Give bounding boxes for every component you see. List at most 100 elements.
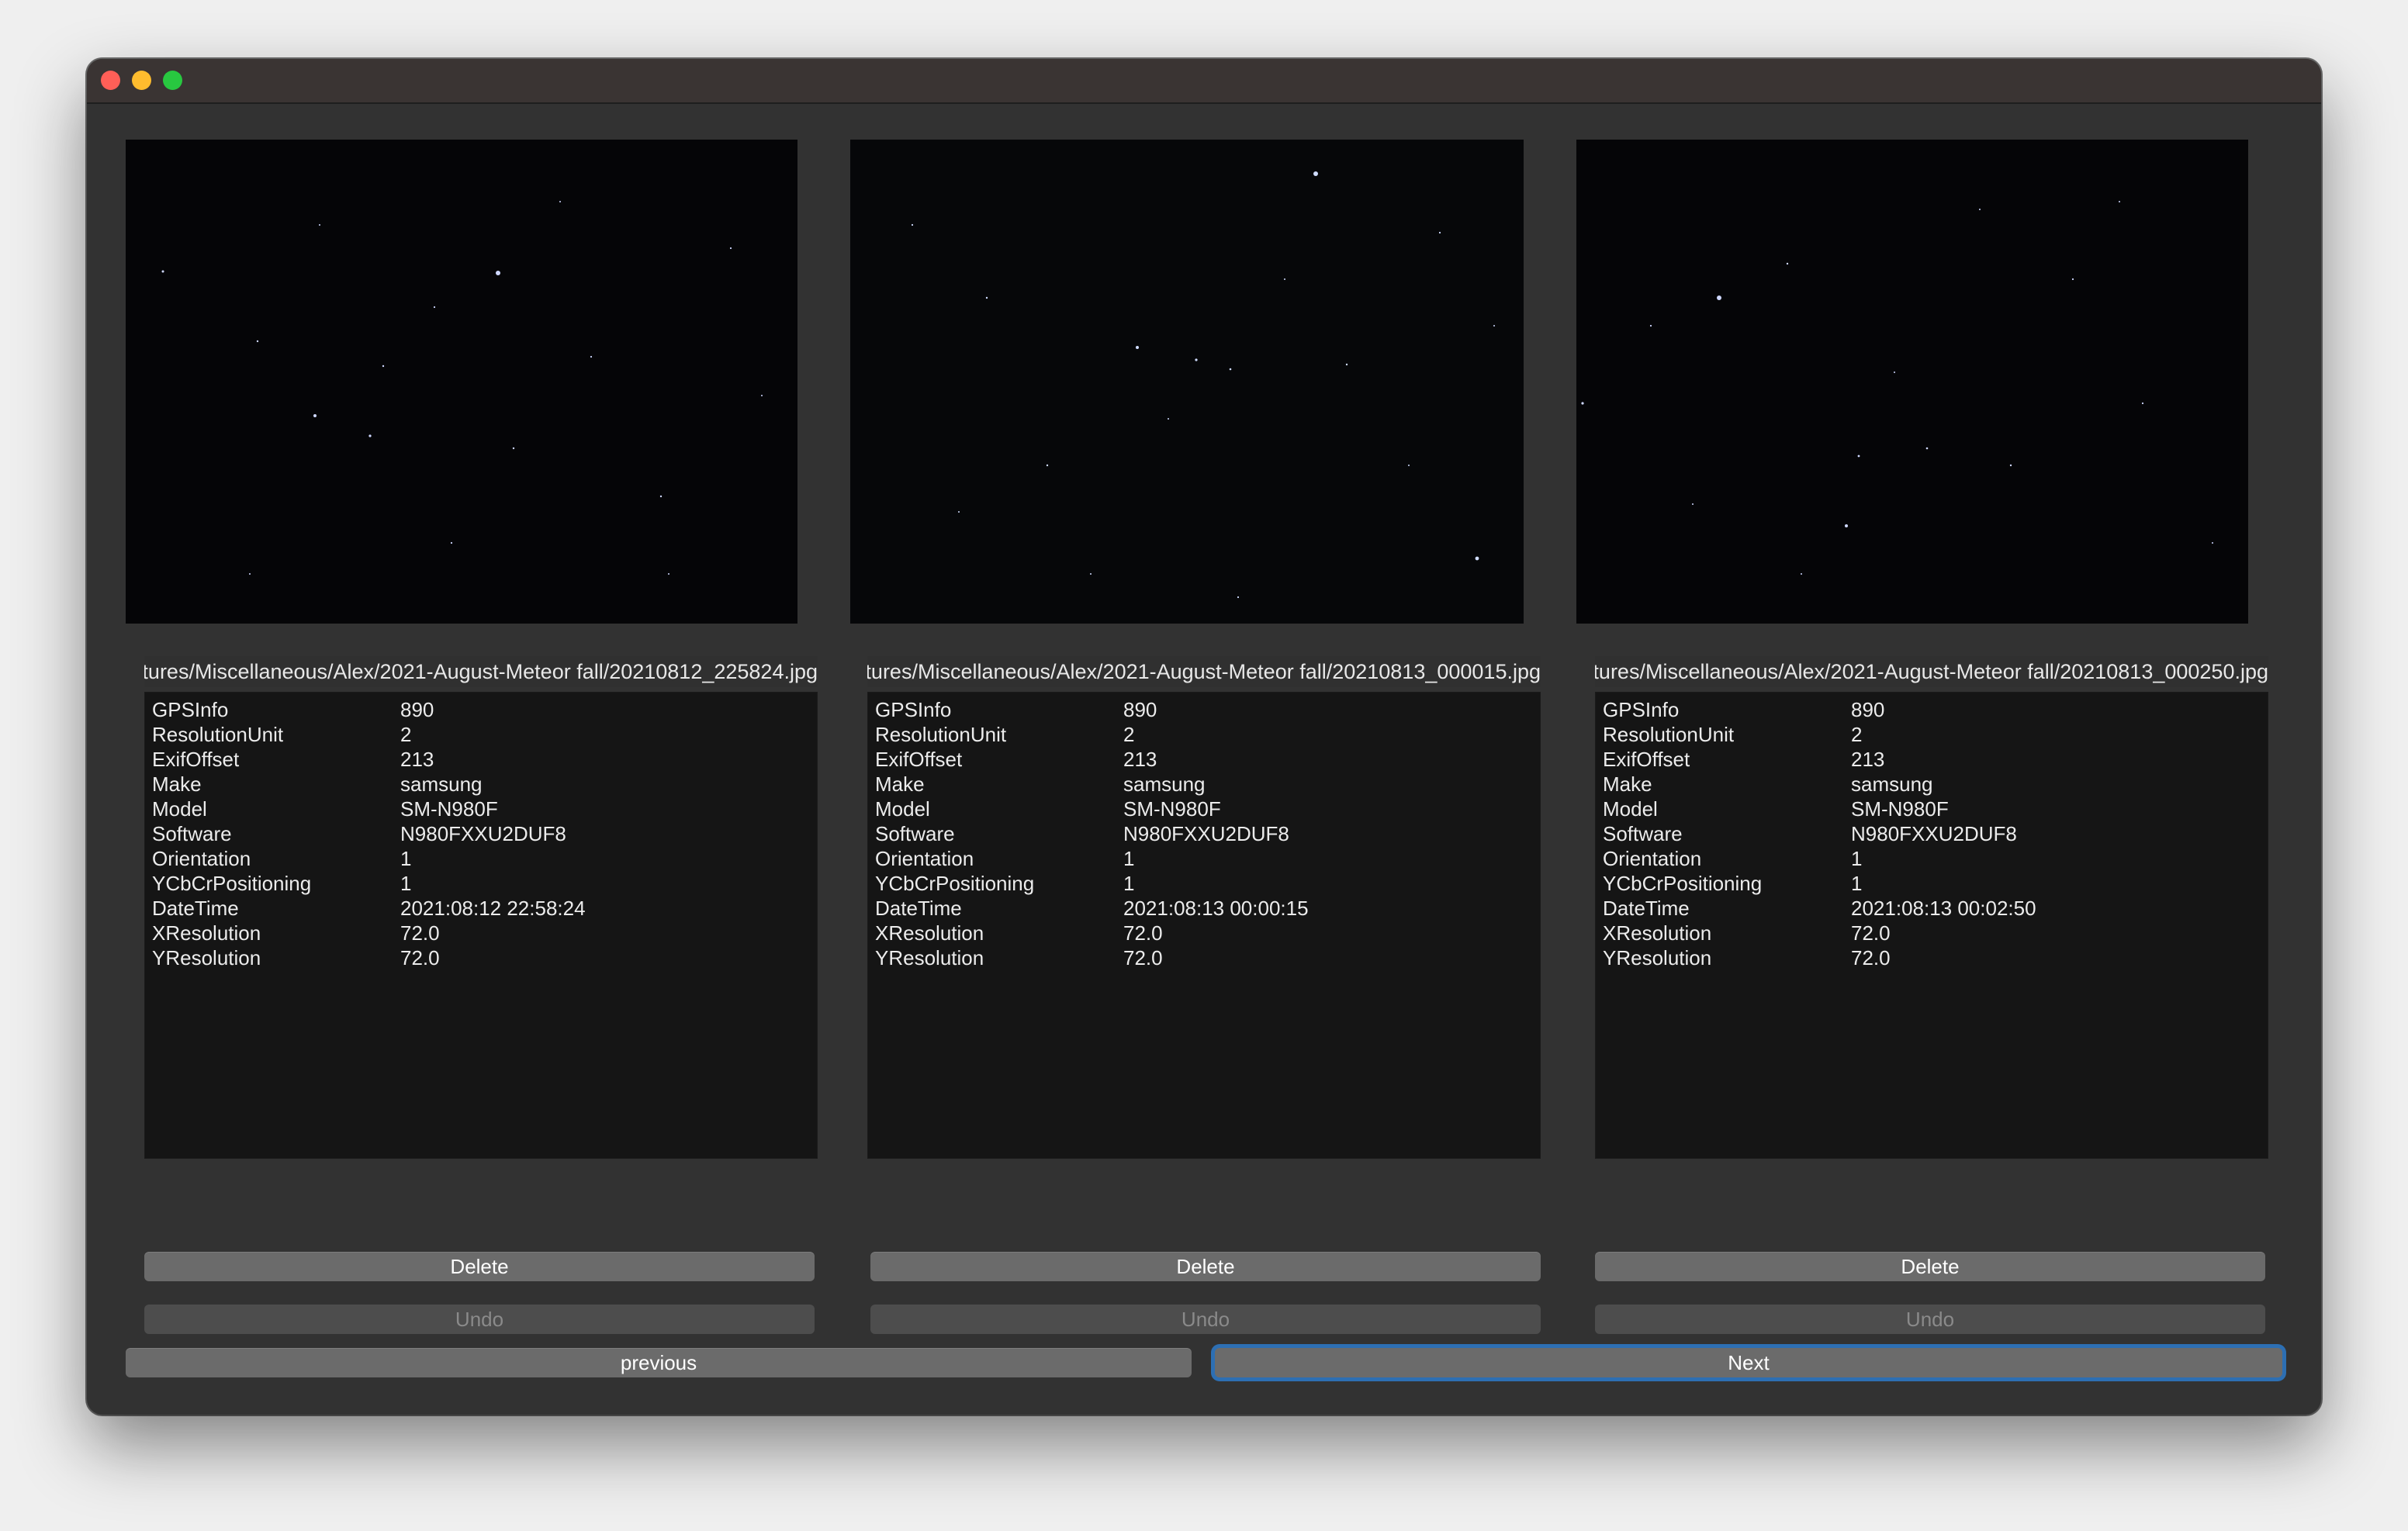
exif-table[interactable]: GPSInfo 890 ResolutionUnit 2 ExifOffset 213… bbox=[867, 692, 1541, 1159]
delete-button[interactable]: Delete bbox=[1595, 1252, 2265, 1281]
exif-value: 2021:08:13 00:02:50 bbox=[1851, 897, 2036, 920]
exif-row: YCbCrPositioning 1 bbox=[152, 871, 411, 896]
exif-row: Model SM-N980F bbox=[152, 797, 498, 821]
exif-row: YResolution 72.0 bbox=[152, 945, 440, 970]
undo-button[interactable]: Undo bbox=[144, 1305, 815, 1334]
exif-key: Model bbox=[1603, 797, 1658, 821]
exif-row: Model SM-N980F bbox=[875, 797, 1221, 821]
exif-value: 72.0 bbox=[1851, 921, 1891, 945]
exif-row: YResolution 72.0 bbox=[875, 945, 1163, 970]
exif-value: 1 bbox=[1851, 847, 1863, 870]
exif-key: YResolution bbox=[875, 946, 984, 969]
file-path-text: /Users/alex/Pictures/Miscellaneous/Alex/… bbox=[144, 660, 818, 683]
exif-row: DateTime 2021:08:12 22:58:24 bbox=[152, 896, 586, 921]
previous-button[interactable]: previous bbox=[126, 1348, 1192, 1377]
file-path-field[interactable]: /Users/alex/Pictures/Miscellaneous/Alex/… bbox=[144, 656, 818, 687]
minimize-window-button[interactable] bbox=[132, 71, 151, 90]
exif-row: Software N980FXXU2DUF8 bbox=[152, 821, 566, 846]
exif-key: YResolution bbox=[152, 946, 261, 969]
exif-row: Software N980FXXU2DUF8 bbox=[875, 821, 1289, 846]
exif-value: 890 bbox=[400, 698, 434, 721]
delete-button[interactable]: Delete bbox=[144, 1252, 815, 1281]
exif-key: YResolution bbox=[1603, 946, 1712, 969]
exif-value: N980FXXU2DUF8 bbox=[1123, 822, 1289, 845]
exif-key: Software bbox=[1603, 822, 1683, 845]
exif-row: DateTime 2021:08:13 00:02:50 bbox=[1603, 896, 2036, 921]
exif-value: 2 bbox=[1851, 723, 1863, 746]
night-sky-photo bbox=[1576, 140, 2248, 624]
undo-button[interactable]: Undo bbox=[870, 1305, 1541, 1334]
maximize-window-button[interactable] bbox=[163, 71, 182, 90]
exif-row: YCbCrPositioning 1 bbox=[875, 871, 1134, 896]
night-sky-photo bbox=[126, 140, 797, 624]
exif-value: 1 bbox=[1123, 847, 1135, 870]
exif-row: ResolutionUnit 2 bbox=[1603, 722, 1862, 747]
next-button[interactable]: Next bbox=[1215, 1348, 2282, 1377]
exif-row: Orientation 1 bbox=[1603, 846, 1862, 871]
exif-key: Make bbox=[1603, 772, 1652, 796]
exif-value: samsung bbox=[1123, 772, 1206, 796]
exif-row: Software N980FXXU2DUF8 bbox=[1603, 821, 2017, 846]
exif-value: 2021:08:13 00:00:15 bbox=[1123, 897, 1309, 920]
exif-key: ExifOffset bbox=[152, 748, 240, 771]
exif-key: GPSInfo bbox=[152, 698, 229, 721]
exif-row: YCbCrPositioning 1 bbox=[1603, 871, 1862, 896]
exif-row: XResolution 72.0 bbox=[152, 921, 440, 945]
exif-value: 1 bbox=[400, 847, 412, 870]
close-window-button[interactable] bbox=[101, 71, 120, 90]
exif-value: 72.0 bbox=[400, 921, 440, 945]
exif-key: Orientation bbox=[152, 847, 251, 870]
photo-panel-1: /Users/alex/Pictures/Miscellaneous/Alex/… bbox=[126, 102, 824, 1334]
undo-button[interactable]: Undo bbox=[1595, 1305, 2265, 1334]
exif-value: N980FXXU2DUF8 bbox=[1851, 822, 2017, 845]
exif-value: 213 bbox=[1123, 748, 1157, 771]
exif-table[interactable]: GPSInfo 890 ResolutionUnit 2 ExifOffset 213… bbox=[1595, 692, 2268, 1159]
photo-preview bbox=[126, 140, 797, 624]
file-path-text: /Users/alex/Pictures/Miscellaneous/Alex/… bbox=[1595, 660, 2268, 683]
exif-row: GPSInfo 890 bbox=[1603, 697, 1884, 722]
exif-value: SM-N980F bbox=[1851, 797, 1949, 821]
app-window: /Users/alex/Pictures/Miscellaneous/Alex/… bbox=[87, 59, 2321, 1415]
photo-panel-3: /Users/alex/Pictures/Miscellaneous/Alex/… bbox=[1576, 102, 2275, 1334]
exif-key: Model bbox=[875, 797, 930, 821]
exif-row: YResolution 72.0 bbox=[1603, 945, 1891, 970]
exif-key: XResolution bbox=[152, 921, 261, 945]
exif-key: YCbCrPositioning bbox=[875, 872, 1035, 895]
exif-key: Software bbox=[875, 822, 955, 845]
file-path-text: /Users/alex/Pictures/Miscellaneous/Alex/… bbox=[867, 660, 1541, 683]
exif-row: ExifOffset 213 bbox=[875, 747, 1157, 772]
exif-value: 2 bbox=[400, 723, 412, 746]
exif-row: XResolution 72.0 bbox=[875, 921, 1163, 945]
exif-value: 890 bbox=[1851, 698, 1885, 721]
exif-value: 72.0 bbox=[400, 946, 440, 969]
exif-row: Orientation 1 bbox=[152, 846, 411, 871]
exif-row: Orientation 1 bbox=[875, 846, 1134, 871]
exif-key: DateTime bbox=[875, 897, 962, 920]
exif-value: 72.0 bbox=[1123, 921, 1163, 945]
exif-row: GPSInfo 890 bbox=[875, 697, 1157, 722]
exif-value: samsung bbox=[400, 772, 483, 796]
photo-preview bbox=[850, 140, 1524, 624]
title-bar[interactable] bbox=[87, 59, 2321, 104]
photo-panel-2: /Users/alex/Pictures/Miscellaneous/Alex/… bbox=[850, 102, 1548, 1334]
exif-key: XResolution bbox=[1603, 921, 1712, 945]
exif-key: Make bbox=[875, 772, 925, 796]
exif-row: Model SM-N980F bbox=[1603, 797, 1949, 821]
exif-value: SM-N980F bbox=[400, 797, 498, 821]
exif-table[interactable]: GPSInfo 890 ResolutionUnit 2 ExifOffset 213… bbox=[144, 692, 818, 1159]
exif-row: ResolutionUnit 2 bbox=[875, 722, 1134, 747]
exif-key: ExifOffset bbox=[875, 748, 963, 771]
exif-key: GPSInfo bbox=[1603, 698, 1680, 721]
exif-key: Orientation bbox=[875, 847, 974, 870]
exif-row: ExifOffset 213 bbox=[1603, 747, 1884, 772]
exif-key: XResolution bbox=[875, 921, 984, 945]
file-path-field[interactable]: /Users/alex/Pictures/Miscellaneous/Alex/… bbox=[867, 656, 1541, 687]
exif-key: ExifOffset bbox=[1603, 748, 1690, 771]
file-path-field[interactable]: /Users/alex/Pictures/Miscellaneous/Alex/… bbox=[1595, 656, 2268, 687]
exif-row: XResolution 72.0 bbox=[1603, 921, 1891, 945]
exif-value: 1 bbox=[400, 872, 412, 895]
exif-row: DateTime 2021:08:13 00:00:15 bbox=[875, 896, 1309, 921]
exif-key: ResolutionUnit bbox=[152, 723, 284, 746]
delete-button[interactable]: Delete bbox=[870, 1252, 1541, 1281]
exif-value: 1 bbox=[1851, 872, 1863, 895]
